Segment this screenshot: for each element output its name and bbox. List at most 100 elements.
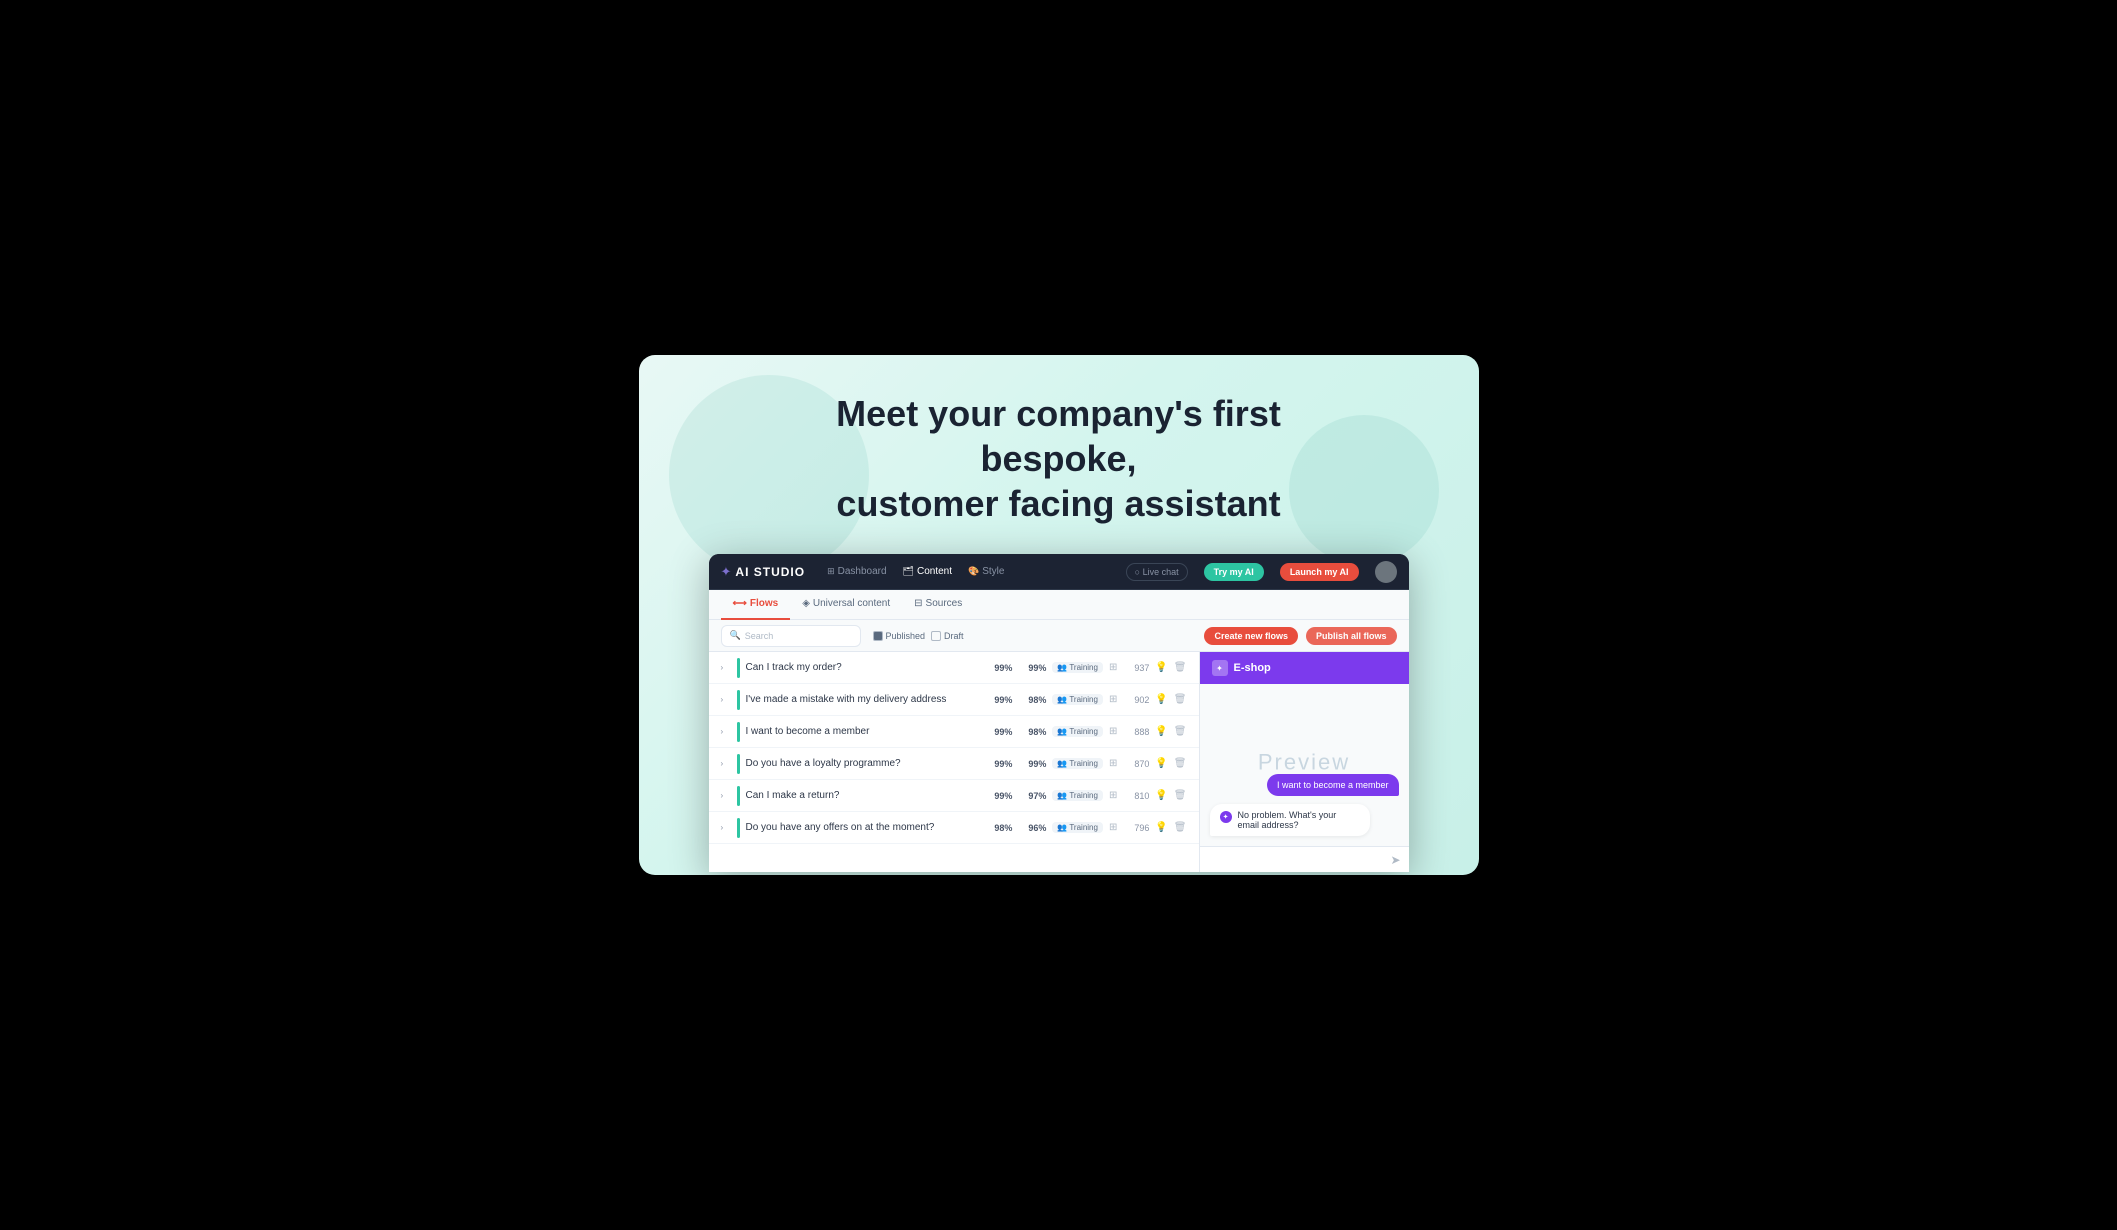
create-new-flows-button[interactable]: Create new flows (1204, 627, 1298, 645)
flow-name: Do you have any offers on at the moment? (746, 822, 979, 833)
training-badge: 👥 Training (1052, 694, 1103, 705)
launch-my-ai-button[interactable]: Launch my AI (1280, 563, 1359, 581)
chevron-right-icon: › (721, 663, 731, 672)
tab-sources[interactable]: ⊟ Sources (902, 590, 974, 620)
bot-logo-icon: ✦ (1220, 811, 1232, 823)
flow-status-bar (737, 786, 740, 806)
trash-icon[interactable]: 🗑 (1174, 758, 1187, 769)
flow-count: 810 (1123, 791, 1149, 801)
nav-content[interactable]: 🗂 Content (903, 566, 952, 577)
flow-pct1: 99% (984, 791, 1012, 801)
draft-checkbox[interactable] (931, 631, 941, 641)
try-my-ai-button[interactable]: Try my AI (1204, 563, 1264, 581)
send-bar: ➤ (1200, 846, 1409, 872)
chevron-right-icon: › (721, 695, 731, 704)
flow-pct1: 99% (984, 695, 1012, 705)
flow-pct2: 99% (1018, 663, 1046, 673)
training-icon: 👥 (1057, 791, 1067, 800)
chevron-right-icon: › (721, 791, 731, 800)
preview-body: Preview I want to become a member ✦ No p… (1200, 684, 1409, 846)
flow-row[interactable]: › Can I make a return? 99% 97% 👥 Trainin… (709, 780, 1199, 812)
chat-bubble-user: I want to become a member (1267, 774, 1399, 796)
flow-status-bar (737, 818, 740, 838)
app-mockup: ✦ AI STUDIO ⊞ Dashboard 🗂 Content 🎨 Styl… (709, 554, 1409, 872)
grid-icon: ⊞ (1109, 726, 1117, 737)
trash-icon[interactable]: 🗑 (1174, 822, 1187, 833)
flow-pct1: 98% (984, 823, 1012, 833)
training-badge: 👥 Training (1052, 662, 1103, 673)
app-header: ✦ AI STUDIO ⊞ Dashboard 🗂 Content 🎨 Styl… (709, 554, 1409, 590)
flow-count: 888 (1123, 727, 1149, 737)
logo-area: ✦ AI STUDIO (721, 564, 806, 580)
nav-dashboard[interactable]: ⊞ Dashboard (827, 566, 886, 577)
nav-style[interactable]: 🎨 Style (968, 566, 1004, 577)
grid-icon: ⊞ (1109, 758, 1117, 769)
tab-universal-content[interactable]: ◈ Universal content (790, 590, 902, 620)
universal-content-icon: ◈ (802, 598, 810, 609)
trash-icon[interactable]: 🗑 (1174, 790, 1187, 801)
bulb-icon[interactable]: 💡 (1155, 758, 1167, 769)
flow-status-bar (737, 690, 740, 710)
chat-bubble-bot: ✦ No problem. What's your email address? (1210, 804, 1370, 836)
search-box[interactable]: 🔍 Search (721, 625, 861, 647)
flow-name: I've made a mistake with my delivery add… (746, 694, 979, 705)
preview-header: ✦ E-shop (1200, 652, 1409, 684)
grid-icon: ⊞ (1109, 694, 1117, 705)
flow-row[interactable]: › Do you have any offers on at the momen… (709, 812, 1199, 844)
flow-count: 796 (1123, 823, 1149, 833)
trash-icon[interactable]: 🗑 (1174, 726, 1187, 737)
toolbar: 🔍 Search Published Draft Create new flow… (709, 620, 1409, 652)
bulb-icon[interactable]: 💡 (1155, 694, 1167, 705)
flow-name: Can I make a return? (746, 790, 979, 801)
training-badge: 👥 Training (1052, 822, 1103, 833)
sub-nav: ⟷ Flows ◈ Universal content ⊟ Sources (709, 590, 1409, 620)
published-checkbox[interactable] (873, 631, 883, 641)
flow-pct2: 96% (1018, 823, 1046, 833)
flow-pct2: 99% (1018, 759, 1046, 769)
flows-list: › Can I track my order? 99% 99% 👥 Traini… (709, 652, 1199, 872)
training-icon: 👥 (1057, 759, 1067, 768)
bulb-icon[interactable]: 💡 (1155, 790, 1167, 801)
grid-icon: ⊞ (1109, 790, 1117, 801)
trash-icon[interactable]: 🗑 (1174, 662, 1187, 673)
tab-flows[interactable]: ⟷ Flows (721, 590, 791, 620)
training-badge: 👥 Training (1052, 758, 1103, 769)
training-icon: 👥 (1057, 823, 1067, 832)
bulb-icon[interactable]: 💡 (1155, 662, 1167, 673)
publish-all-flows-button[interactable]: Publish all flows (1306, 627, 1397, 645)
send-icon[interactable]: ➤ (1390, 853, 1400, 867)
flow-name: Do you have a loyalty programme? (746, 758, 979, 769)
training-badge: 👥 Training (1052, 790, 1103, 801)
flow-row[interactable]: › I've made a mistake with my delivery a… (709, 684, 1199, 716)
slide-container: Meet your company's first bespoke, custo… (639, 355, 1479, 875)
content-icon: 🗂 (903, 566, 914, 577)
preview-panel: ✦ E-shop Preview I want to become a memb… (1199, 652, 1409, 872)
training-icon: 👥 (1057, 695, 1067, 704)
live-chat-button[interactable]: ○ Live chat (1126, 563, 1188, 581)
chevron-right-icon: › (721, 823, 731, 832)
filter-published[interactable]: Published (873, 631, 926, 641)
grid-icon: ⊞ (1109, 662, 1117, 673)
flow-row[interactable]: › I want to become a member 99% 98% 👥 Tr… (709, 716, 1199, 748)
eshop-label: E-shop (1234, 662, 1271, 674)
flows-icon: ⟷ (733, 598, 747, 609)
flow-row[interactable]: › Do you have a loyalty programme? 99% 9… (709, 748, 1199, 780)
flow-row[interactable]: › Can I track my order? 99% 99% 👥 Traini… (709, 652, 1199, 684)
avatar[interactable] (1375, 561, 1397, 583)
eshop-icon: ✦ (1212, 660, 1228, 676)
filter-group: Published Draft (873, 631, 964, 641)
flow-status-bar (737, 754, 740, 774)
filter-draft[interactable]: Draft (931, 631, 964, 641)
logo-text: AI STUDIO (735, 565, 805, 579)
trash-icon[interactable]: 🗑 (1174, 694, 1187, 705)
training-badge: 👥 Training (1052, 726, 1103, 737)
training-icon: 👥 (1057, 663, 1067, 672)
training-icon: 👥 (1057, 727, 1067, 736)
flow-name: I want to become a member (746, 726, 979, 737)
flow-count: 937 (1123, 663, 1149, 673)
search-icon: 🔍 (730, 630, 741, 641)
main-content: › Can I track my order? 99% 99% 👥 Traini… (709, 652, 1409, 872)
bulb-icon[interactable]: 💡 (1155, 822, 1167, 833)
flow-status-bar (737, 722, 740, 742)
bulb-icon[interactable]: 💡 (1155, 726, 1167, 737)
